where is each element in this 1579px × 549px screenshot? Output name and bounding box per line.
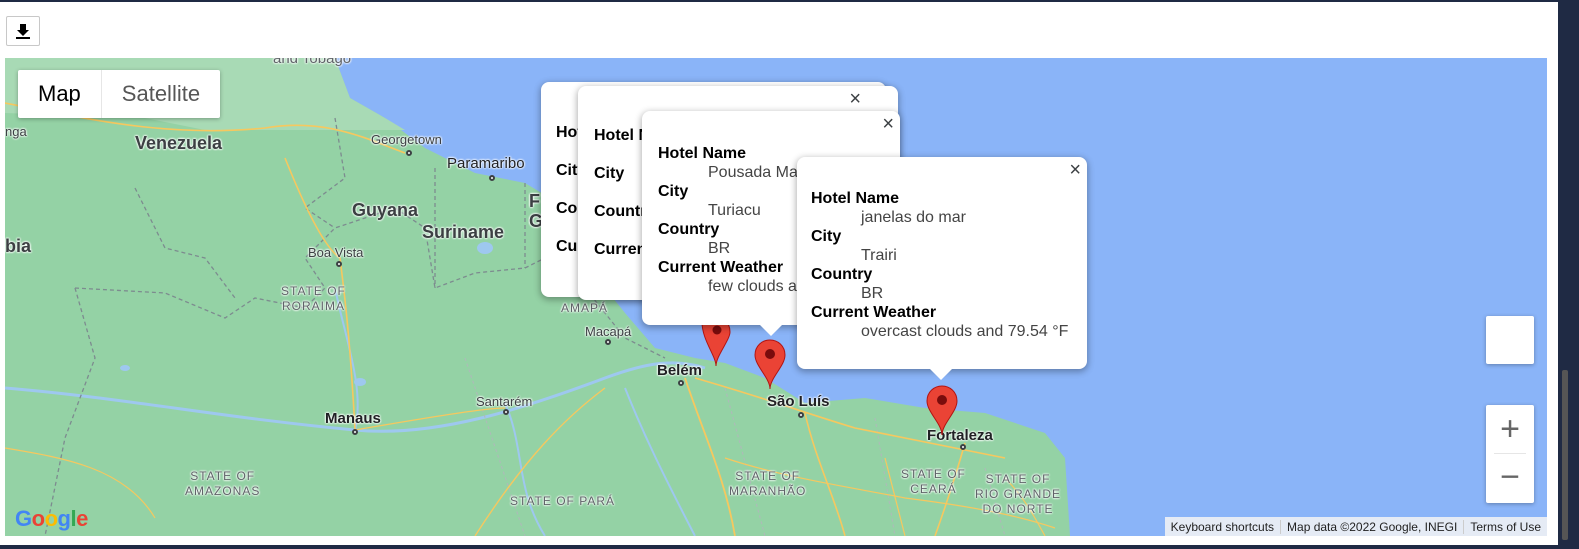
map-label-maranhao: STATE OF MARANHÃO [729,469,807,498]
terms-of-use-link[interactable]: Terms of Use [1463,519,1547,534]
map-label-macapa: Macapá [585,324,632,339]
map-attribution: Keyboard shortcuts Map data ©2022 Google… [1164,517,1547,536]
zoom-control: + − [1486,405,1534,503]
macapa-dot [605,339,611,345]
map-label-trinidad: and Tobago [273,58,352,67]
info-window-4: × Hotel Name janelas do mar City Trairi … [797,157,1087,380]
info-window-close-icon[interactable]: × [1069,160,1081,180]
country-label: Country [658,221,720,238]
city-label: City [811,228,842,245]
map-type-control: Map Satellite [18,70,221,118]
map-label-para: STATE OF PARÁ [510,494,616,508]
hotel-name-value: janelas do mar [861,209,966,226]
map-label-amapa: AMAPÁ [561,301,609,315]
belem-dot [678,380,684,386]
keyboard-shortcuts-link[interactable]: Keyboard shortcuts [1165,520,1280,534]
download-icon [16,24,30,39]
map-label-suriname: Suriname [422,222,505,242]
map-label-ceara: STATE OF CEARÁ [901,467,966,496]
zoom-out-button[interactable]: − [1486,454,1534,502]
map-label-manaus: Manaus [325,410,381,427]
georgetown-dot [406,150,412,156]
city-value: Turiacu [708,202,761,219]
zoom-in-button[interactable]: + [1486,405,1534,453]
current-weather-label: Current Weather [811,304,937,321]
map-data-text: Map data ©2022 Google, INEGI [1280,519,1463,534]
current-weather-value: few clouds a [708,278,797,295]
map-type-satellite-button[interactable]: Satellite [100,70,220,118]
map-label-guyana: Guyana [352,200,419,220]
country-label: Country [811,266,873,283]
fortaleza-dot [960,444,966,450]
scrollbar[interactable] [1562,370,1568,540]
sao-luis-dot [798,412,804,418]
map-label-anga: nga [5,124,27,139]
country-value: BR [708,240,731,257]
boa-vista-dot [336,261,342,267]
santarem-dot [503,409,509,415]
map-marker-3[interactable] [925,384,959,436]
map-marker-2[interactable] [753,338,787,390]
google-logo[interactable]: Google [15,506,88,532]
info-window-close-icon[interactable]: × [882,114,894,134]
map-label-roraima: STATE OF RORAIMA [281,284,346,313]
city-label: City [658,183,689,200]
city-value: Trairi [861,247,897,264]
info-window-tail [929,368,953,380]
manaus-dot [352,429,358,435]
map-label-venezuela: Venezuela [135,133,223,153]
hotel-name-value: Pousada Ma [708,164,798,181]
info-window-close-icon[interactable]: × [849,89,861,109]
map-label-boa-vista: Boa Vista [308,245,364,260]
info-window-tail [759,324,783,336]
map-output-frame: Map Satellite and Tobago nga Venezuela b… [0,2,1558,545]
map-label-santarem: Santarém [476,394,533,409]
current-weather-label: Current Weather [658,259,784,276]
fullscreen-button[interactable] [1486,316,1534,364]
map-type-map-button[interactable]: Map [18,70,101,118]
country-value: BR [861,285,884,302]
google-map[interactable]: Map Satellite and Tobago nga Venezuela b… [5,58,1547,536]
map-label-georgetown: Georgetown [371,132,442,147]
paramaribo-dot [489,175,495,181]
map-label-colombia: bia [5,236,32,256]
current-weather-value: overcast clouds and 79.54 °F [861,323,1069,340]
map-label-amazonas: STATE OF AMAZONAS [185,469,261,498]
hotel-name-label: Hotel Name [658,145,747,162]
map-label-fg-1: F [529,191,540,211]
map-label-rio-grande-do-norte: STATE OF RIO GRANDE DO NORTE [975,472,1062,516]
map-label-sao-luis: São Luís [767,393,830,410]
map-label-paramaribo: Paramaribo [447,155,525,172]
download-button[interactable] [6,16,40,46]
hotel-name-label: Hotel Name [811,190,900,207]
